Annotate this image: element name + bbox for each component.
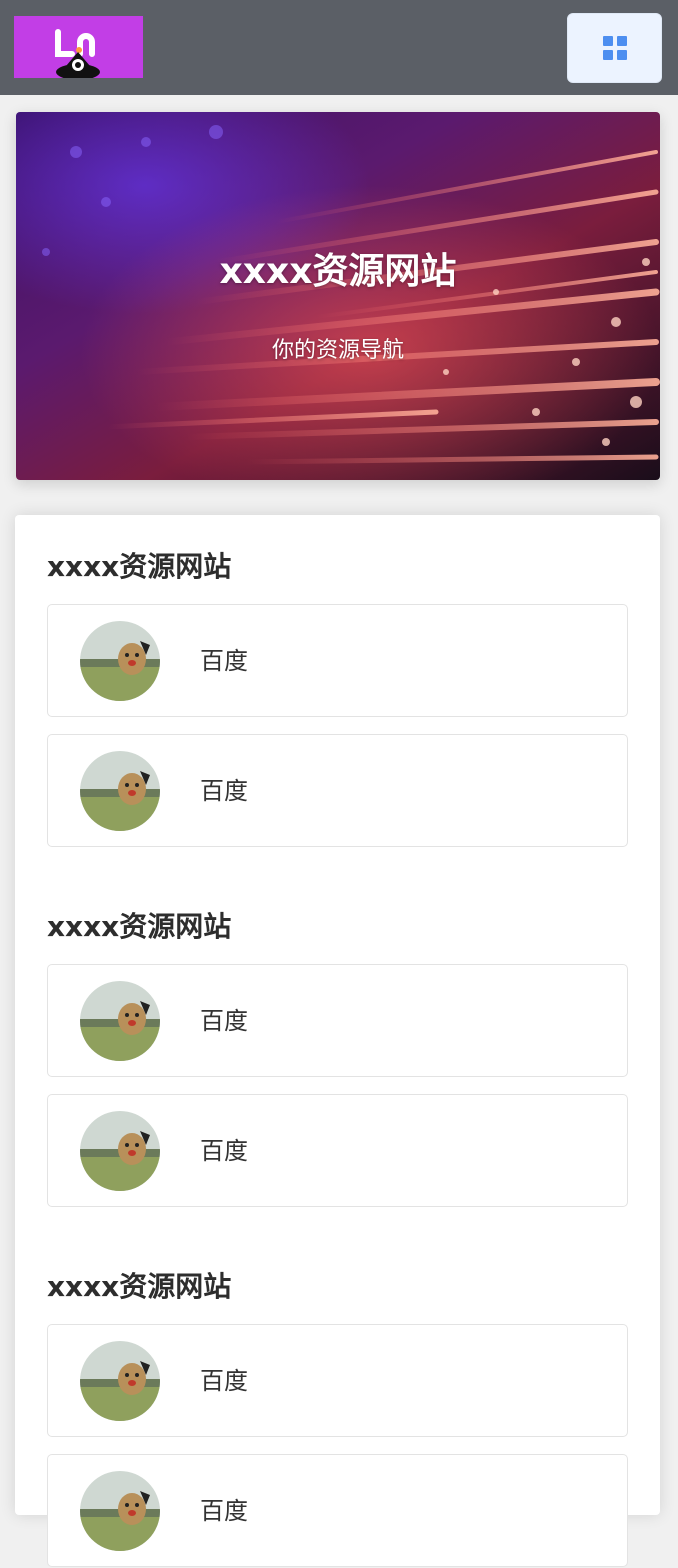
link-card[interactable]: 百度 <box>47 1324 628 1437</box>
site-avatar <box>80 1111 160 1191</box>
hero-banner: xxxx资源网站 你的资源导航 <box>16 112 660 480</box>
site-avatar <box>80 751 160 831</box>
category-section: xxxx资源网站 百度 百度 <box>47 907 628 1207</box>
site-avatar <box>80 1341 160 1421</box>
link-card[interactable]: 百度 <box>47 1454 628 1567</box>
menu-button[interactable] <box>567 13 662 83</box>
category-section: xxxx资源网站 百度 百度 <box>47 1267 628 1567</box>
site-avatar <box>80 621 160 701</box>
content-panel: xxxx资源网站 百度 百度 xxxx资源网站 百度 百度 xxxx资源网站 百… <box>15 515 660 1567</box>
category-section: xxxx资源网站 百度 百度 <box>47 547 628 847</box>
link-label: 百度 <box>200 777 248 805</box>
link-label: 百度 <box>200 1367 248 1395</box>
site-avatar <box>80 981 160 1061</box>
link-card[interactable]: 百度 <box>47 604 628 717</box>
link-label: 百度 <box>200 1497 248 1525</box>
link-card[interactable]: 百度 <box>47 1094 628 1207</box>
link-card[interactable]: 百度 <box>47 964 628 1077</box>
section-title: xxxx资源网站 <box>47 550 232 583</box>
top-bar <box>0 0 678 95</box>
section-title: xxxx资源网站 <box>47 1270 232 1303</box>
grid-icon <box>602 36 627 60</box>
link-label: 百度 <box>200 647 248 675</box>
site-logo[interactable] <box>14 16 143 78</box>
site-avatar <box>80 1471 160 1551</box>
section-title: xxxx资源网站 <box>47 910 232 943</box>
link-label: 百度 <box>200 1137 248 1165</box>
link-card[interactable]: 百度 <box>47 734 628 847</box>
hero-subtitle: 你的资源导航 <box>271 338 404 363</box>
hero-background-image <box>16 112 660 480</box>
link-label: 百度 <box>200 1007 248 1035</box>
hero-title: xxxx资源网站 <box>219 251 457 292</box>
